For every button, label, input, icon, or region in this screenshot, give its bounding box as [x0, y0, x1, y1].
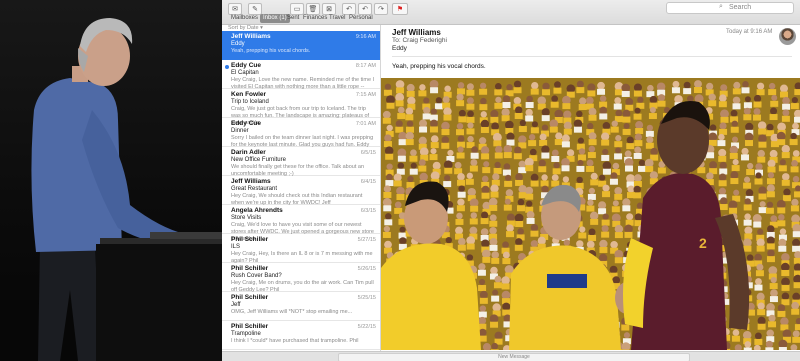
junk-icon: ⊠ [326, 6, 332, 13]
message-subject: Rush Cover Band? [231, 273, 282, 279]
reply-all-icon: ↶ [362, 6, 368, 13]
message-subject: ILS [231, 244, 241, 250]
unread-dot [225, 65, 229, 69]
message-subject: Trip to Iceland [231, 99, 269, 105]
fav-label: Travel [329, 15, 346, 21]
mail-window: ✉ ✎ ▭ 🗑 ⊠ ↶ ↶ ↷ ⚑ ⌕ Search Mailboxes Inb… [222, 0, 800, 361]
message-preview: OMG, Jeff Williams will *NOT* stop email… [231, 309, 353, 315]
message-date: 9:16 AM [355, 34, 376, 40]
reading-pane: Jeff Williams To: Craig Federighi Eddy T… [381, 25, 800, 351]
message-list[interactable]: Sort by Date ▾ Jeff Williams 9:16 AM Eddy Y… [222, 25, 381, 351]
crowd-photo: 2 [381, 78, 800, 350]
message-row[interactable]: Jeff Williams 6/4/15 Great Restaurant Hey C… [222, 176, 380, 206]
to-label: To: [392, 37, 401, 44]
message-sender: Phil Schiller [231, 323, 269, 330]
message-sender: Phil Schiller [231, 265, 269, 272]
mail-toolbar: ✉ ✎ ▭ 🗑 ⊠ ↶ ↶ ↷ ⚑ ⌕ Search Mailboxes Inb… [222, 0, 800, 25]
attached-photo[interactable]: 2 [381, 78, 800, 350]
message-row[interactable]: Phil Schiller 5/26/15 Rush Cover Band? Hey … [222, 263, 380, 293]
reply-icon: ↶ [346, 6, 352, 13]
message-date: 7:15 AM [355, 92, 376, 98]
message-row[interactable]: Jeff Williams 9:16 AM Eddy Yeah, prepping h… [222, 31, 380, 60]
message-row[interactable]: Ken Fowler 7:15 AM Trip to Iceland Craig, W… [222, 89, 380, 126]
message-row[interactable]: Phil Schiller 5/22/15 Trampoline I think I … [222, 321, 380, 350]
message-sender: Phil Schiller [231, 294, 269, 301]
reader-sender: Jeff Williams [392, 28, 441, 37]
message-sender: Jeff Williams [231, 178, 271, 185]
message-date: 5/25/15 [357, 295, 376, 301]
reader-subject: Eddy [392, 45, 407, 52]
message-sender: Ken Fowler [231, 91, 267, 98]
message-date: 6/4/15 [360, 179, 376, 185]
search-placeholder: Search [729, 4, 752, 11]
message-date: 6/3/15 [360, 208, 376, 214]
forward-icon: ↷ [378, 6, 384, 13]
fav-personal[interactable]: Personal [346, 14, 376, 23]
sender-avatar [779, 28, 796, 45]
bottom-bar: New Message [222, 351, 800, 361]
message-subject: Jeff [231, 302, 241, 308]
message-subject: New Office Furniture [231, 157, 286, 163]
message-row[interactable]: Phil Schiller 5/27/15 ILS Hey Craig, Hey, I… [222, 234, 380, 264]
message-sender: Jeff Williams [231, 33, 271, 40]
message-date: 5/22/15 [357, 324, 376, 330]
message-row[interactable]: Darin Adler 6/5/15 New Office Furniture We … [222, 147, 380, 177]
reader-date: Today at 9:16 AM [726, 29, 773, 35]
message-subject: Eddy [231, 41, 245, 47]
favorites-bar: Mailboxes Inbox (1) Sent Finances Travel… [222, 13, 800, 24]
keynote-stage [0, 0, 222, 361]
message-subject: Great Restaurant [231, 186, 278, 192]
presenter-figure [0, 18, 222, 361]
message-row[interactable]: Eddy Cue 7:01 AM Dinner Sorry I bailed on t… [222, 118, 380, 148]
fav-mailboxes[interactable]: Mailboxes [228, 14, 261, 23]
archive-icon: ▭ [293, 6, 301, 13]
message-sender: Phil Schiller [231, 236, 269, 243]
message-date: 5/27/15 [357, 237, 376, 243]
message-subject: Trampoline [231, 331, 261, 337]
trash-icon: 🗑 [308, 6, 318, 13]
message-sender: Eddy Cue [231, 120, 261, 127]
message-sender: Eddy Cue [231, 62, 261, 69]
envelope-icon: ✉ [232, 6, 238, 13]
header-divider [392, 56, 792, 57]
to-value[interactable]: Craig Federighi [402, 37, 446, 44]
message-preview: Yeah, prepping his vocal chords. [231, 48, 311, 54]
message-row[interactable]: Phil Schiller 5/25/15 Jeff OMG, Jeff Willia… [222, 292, 380, 321]
fav-label: Personal [349, 15, 373, 21]
message-sender: Angela Ahrendts [231, 207, 283, 214]
compose-icon: ✎ [252, 6, 258, 13]
message-row[interactable]: Eddy Cue 8:17 AM El Capitan Hey Craig, Love… [222, 60, 380, 90]
message-preview: I think I *could* have purchased that tr… [231, 338, 359, 344]
message-date: 6/5/15 [360, 150, 376, 156]
message-body: Yeah, prepping his vocal chords. [392, 63, 486, 70]
new-message-button[interactable]: New Message [338, 353, 690, 361]
message-row[interactable]: Angela Ahrendts 6/3/15 Store Visits Craig, … [222, 205, 380, 242]
message-subject: Store Visits [231, 215, 262, 221]
message-sender: Darin Adler [231, 149, 266, 156]
fav-label: Mailboxes [231, 15, 259, 21]
message-subject: El Capitan [231, 70, 259, 76]
search-icon: ⌕ [719, 3, 723, 10]
message-date: 7:01 AM [355, 121, 376, 127]
reader-recipients: To: Craig Federighi [392, 37, 447, 44]
message-date: 5/26/15 [357, 266, 376, 272]
fav-label: Finances [303, 15, 328, 21]
message-date: 8:17 AM [355, 63, 376, 69]
flag-icon: ⚑ [396, 6, 404, 13]
message-subject: Dinner [231, 128, 249, 134]
jersey-number: 2 [699, 235, 707, 251]
fav-label: Sent [287, 15, 300, 21]
